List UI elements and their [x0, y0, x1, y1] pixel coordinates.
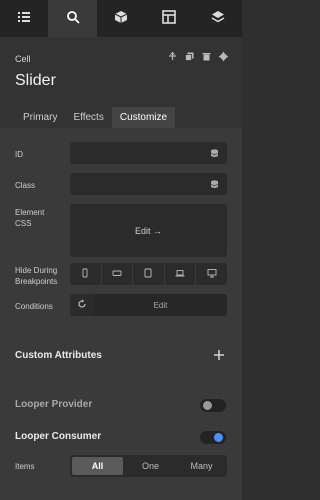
element-css-edit-button[interactable]: Edit →: [70, 204, 227, 257]
layout-icon: [162, 10, 177, 27]
conditions-toggle-button[interactable]: [70, 294, 94, 316]
layers-icon: [211, 10, 225, 27]
inspector-header: Cell Slider Primary Effects Customize: [0, 37, 242, 128]
element-title: Slider: [15, 72, 56, 89]
breakpoint-tablet[interactable]: [133, 263, 165, 285]
breakpoint-phone-landscape[interactable]: [102, 263, 134, 285]
tab-effects[interactable]: Effects: [65, 107, 111, 128]
hide-breakpoints-label: Hide During Breakpoints: [15, 265, 57, 287]
trash-icon[interactable]: [202, 52, 211, 61]
items-option-all[interactable]: All: [72, 457, 123, 475]
hide-breakpoints-label-line1: Hide During: [15, 266, 58, 275]
items-label: Items: [15, 462, 35, 471]
customize-panel: ID Class Element CSS Edit → Hide During …: [0, 128, 242, 500]
id-label: ID: [15, 150, 23, 159]
breakpoint-phone-portrait[interactable]: [70, 263, 102, 285]
class-input[interactable]: [70, 173, 227, 195]
element-css-label-line1: Element: [15, 208, 45, 217]
desktop-icon: [207, 268, 217, 281]
breakpoint-laptop[interactable]: [165, 263, 197, 285]
custom-attributes-title: Custom Attributes: [15, 350, 102, 361]
conditions-edit-button[interactable]: Edit: [94, 294, 227, 316]
tab-elements[interactable]: [0, 0, 48, 37]
class-label: Class: [15, 181, 36, 190]
inspector-tabs: Primary Effects Customize: [15, 107, 176, 128]
plus-icon: [213, 349, 225, 364]
conditions-control: Edit: [70, 294, 227, 316]
laptop-icon: [175, 268, 185, 281]
tab-components[interactable]: [97, 0, 145, 37]
header-tools: [168, 52, 228, 61]
hide-breakpoints-label-line2: Breakpoints: [15, 277, 58, 286]
add-attribute-button[interactable]: [212, 349, 226, 363]
tab-inspector[interactable]: [48, 0, 97, 37]
toggle-knob: [214, 433, 223, 442]
element-type-label: Cell: [15, 54, 31, 64]
breakpoint-desktop[interactable]: [196, 263, 227, 285]
breakpoint-selector: [70, 263, 227, 285]
database-icon[interactable]: [210, 180, 219, 189]
top-toolbar: [0, 0, 242, 37]
phone-landscape-icon: [112, 268, 122, 281]
gear-icon[interactable]: [219, 52, 228, 61]
looper-provider-toggle[interactable]: [200, 399, 226, 412]
tab-layers[interactable]: [194, 0, 242, 37]
items-option-many[interactable]: Many: [176, 455, 227, 477]
tab-primary[interactable]: Primary: [15, 107, 65, 128]
id-input[interactable]: [70, 142, 227, 164]
phone-portrait-icon: [80, 268, 90, 281]
list-icon: [17, 10, 31, 27]
refresh-icon: [77, 299, 87, 312]
items-option-one[interactable]: One: [125, 455, 176, 477]
toggle-knob: [203, 401, 212, 410]
looper-consumer-toggle[interactable]: [200, 431, 226, 444]
database-icon[interactable]: [210, 149, 219, 158]
tab-customize[interactable]: Customize: [111, 107, 176, 128]
conditions-label: Conditions: [15, 302, 53, 311]
cube-icon: [114, 10, 128, 27]
element-css-editor[interactable]: Edit →: [70, 204, 227, 257]
copy-icon[interactable]: [185, 52, 194, 61]
element-css-label: Element CSS: [15, 207, 44, 229]
looper-provider-label: Looper Provider: [15, 399, 93, 410]
looper-consumer-label: Looper Consumer: [15, 431, 102, 442]
items-segmented-control: All One Many: [70, 455, 227, 477]
search-icon: [66, 10, 80, 27]
arrow-up-icon[interactable]: [168, 52, 177, 61]
tablet-icon: [143, 268, 153, 281]
element-css-label-line2: CSS: [15, 219, 32, 228]
tab-layout[interactable]: [145, 0, 193, 37]
